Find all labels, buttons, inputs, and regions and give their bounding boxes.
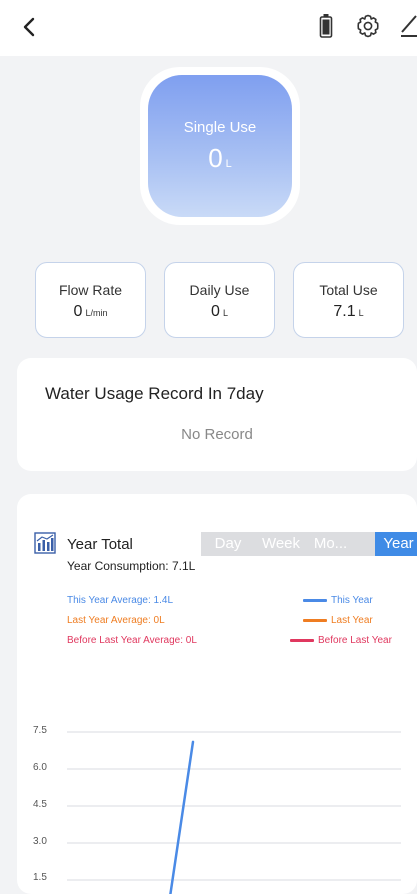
flow-rate-value: 0 L/min [73, 303, 108, 320]
no-record-text: No Record [181, 426, 253, 443]
battery-icon [319, 14, 333, 38]
year-total-card: Year Total Day Week Mo... Year Year Cons… [17, 494, 417, 894]
pencil-icon[interactable] [398, 12, 417, 38]
usage-record-title: Water Usage Record In 7day [45, 384, 264, 403]
gear-icon[interactable] [355, 13, 381, 39]
single-use-label: Single Use [183, 119, 257, 136]
daily-use-label: Daily Use [189, 282, 250, 298]
daily-use-box: Daily Use 0L [164, 262, 275, 338]
total-use-label: Total Use [319, 282, 378, 298]
series-line-this-year [169, 740, 195, 894]
usage-record-card: Water Usage Record In 7day No Record [17, 358, 417, 471]
single-use-card[interactable]: Single Use 0L [148, 75, 292, 217]
flow-rate-label: Flow Rate [58, 282, 123, 298]
flow-rate-box: Flow Rate 0 L/min [35, 262, 146, 338]
total-use-box: Total Use 7.1 L [293, 262, 404, 338]
chevron-left-icon[interactable] [14, 12, 44, 42]
usage-line-chart [67, 731, 401, 894]
single-use-value: 0L [208, 143, 232, 173]
top-bar [0, 0, 417, 56]
daily-use-value: 0L [211, 303, 228, 320]
total-use-value: 7.1 L [333, 303, 364, 320]
